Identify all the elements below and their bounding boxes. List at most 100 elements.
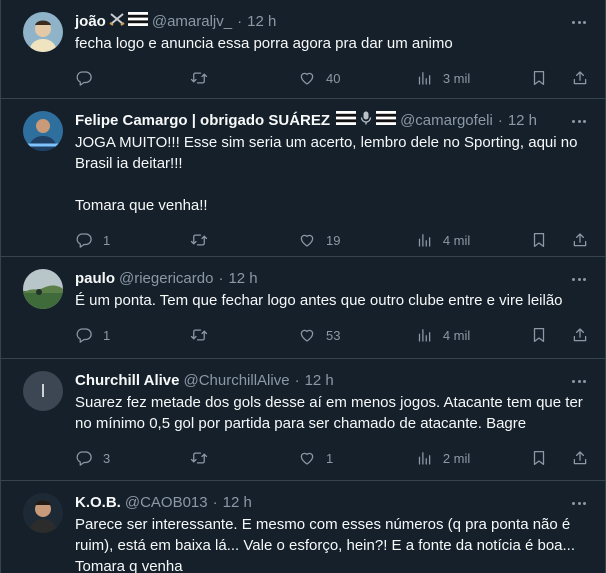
like-icon <box>298 231 316 249</box>
microphone-icon <box>360 111 372 125</box>
author-handle[interactable]: @riegericardo <box>119 269 213 289</box>
bookmark-button[interactable] <box>530 449 571 467</box>
share-button[interactable] <box>571 69 589 87</box>
author-name[interactable]: joão <box>75 12 106 32</box>
share-button[interactable] <box>571 326 589 344</box>
author-handle[interactable]: @CAOB013 <box>125 493 208 513</box>
reply-icon <box>75 449 93 467</box>
more-icon[interactable] <box>569 111 589 131</box>
avatar[interactable] <box>23 111 63 151</box>
retweet-icon <box>190 326 208 344</box>
bookmark-button[interactable] <box>530 69 571 87</box>
tweet-time[interactable]: 12 h <box>228 269 257 289</box>
retweet-button[interactable] <box>190 449 298 467</box>
share-button[interactable] <box>571 231 589 249</box>
author-name[interactable]: Felipe Camargo | obrigado SUÁREZ <box>75 111 330 131</box>
tweet-text: fecha logo e anuncia essa porra agora pr… <box>75 35 453 52</box>
author-handle[interactable]: @camargofeli <box>400 111 493 131</box>
separator-dot: · <box>497 112 503 129</box>
flag-icon <box>376 111 396 125</box>
tweet-time[interactable]: 12 h <box>305 371 334 391</box>
reply-count: 1 <box>103 327 111 343</box>
view-count: 4 mil <box>442 232 471 248</box>
tweet-actions: 1 53 4 mil <box>75 314 589 356</box>
tweet-item[interactable]: K.O.B. @CAOB013 · 12 h Parece ser intere… <box>1 481 605 573</box>
tweet-header: paulo @riegericardo · 12 h <box>75 269 589 289</box>
reply-button[interactable] <box>75 69 190 87</box>
tweet-item[interactable]: I Churchill Alive @ChurchillAlive · 12 h… <box>1 359 605 481</box>
retweet-button[interactable] <box>190 231 298 249</box>
tweet-feed: joão @amaraljv_ · 12 h fecha logo e anun… <box>0 0 606 573</box>
views-button[interactable]: 3 mil <box>415 69 530 87</box>
reply-icon <box>75 326 93 344</box>
views-icon <box>415 326 433 344</box>
avatar[interactable] <box>23 493 63 533</box>
reply-count: 3 <box>103 450 111 466</box>
author-handle[interactable]: @amaraljv_ <box>152 12 232 32</box>
share-icon <box>571 231 589 249</box>
reply-button[interactable]: 1 <box>75 231 190 249</box>
like-button[interactable]: 40 <box>298 69 415 87</box>
bookmark-button[interactable] <box>530 231 571 249</box>
reply-count: 1 <box>103 232 111 248</box>
views-button[interactable]: 4 mil <box>415 326 530 344</box>
bookmark-button[interactable] <box>530 326 571 344</box>
share-icon <box>571 326 589 344</box>
retweet-button[interactable] <box>190 69 298 87</box>
separator-dot: · <box>212 494 218 511</box>
retweet-button[interactable] <box>190 326 298 344</box>
like-button[interactable]: 1 <box>298 449 415 467</box>
like-icon <box>298 69 316 87</box>
retweet-icon <box>190 69 208 87</box>
share-button[interactable] <box>571 449 589 467</box>
tweet-item[interactable]: paulo @riegericardo · 12 h É um ponta. T… <box>1 257 605 359</box>
views-button[interactable]: 4 mil <box>415 231 530 249</box>
like-button[interactable]: 19 <box>298 231 415 249</box>
swords-icon <box>109 13 125 26</box>
separator-dot: · <box>294 372 300 389</box>
like-count: 19 <box>325 232 341 248</box>
tweet-text: É um ponta. Tem que fechar logo antes qu… <box>75 292 563 309</box>
tweet-text: Suarez fez metade dos gols desse aí em m… <box>75 394 587 432</box>
author-name[interactable]: Churchill Alive <box>75 371 179 391</box>
retweet-icon <box>190 449 208 467</box>
views-icon <box>415 231 433 249</box>
separator-dot: · <box>237 13 243 30</box>
avatar[interactable]: I <box>23 371 63 411</box>
reply-icon <box>75 231 93 249</box>
view-count: 2 mil <box>442 450 471 466</box>
retweet-icon <box>190 231 208 249</box>
tweet-time[interactable]: 12 h <box>223 493 252 513</box>
like-count: 40 <box>325 70 341 86</box>
tweet-item[interactable]: joão @amaraljv_ · 12 h fecha logo e anun… <box>1 0 605 99</box>
views-button[interactable]: 2 mil <box>415 449 530 467</box>
bookmark-icon <box>530 326 548 344</box>
author-name[interactable]: K.O.B. <box>75 493 121 513</box>
tweet-actions: 3 1 2 mil <box>75 437 589 479</box>
like-button[interactable]: 53 <box>298 326 415 344</box>
tweet-actions: 40 3 mil <box>75 57 589 99</box>
separator-dot: · <box>218 270 224 287</box>
bookmark-icon <box>530 231 548 249</box>
tweet-text: Parece ser interessante. E mesmo com ess… <box>75 516 579 573</box>
tweet-item[interactable]: Felipe Camargo | obrigado SUÁREZ @camarg… <box>1 99 605 257</box>
tweet-time[interactable]: 12 h <box>247 12 276 32</box>
reply-button[interactable]: 3 <box>75 449 190 467</box>
flag-icon <box>336 111 356 125</box>
more-icon[interactable] <box>569 269 589 289</box>
more-icon[interactable] <box>569 493 589 513</box>
tweet-time[interactable]: 12 h <box>508 111 537 131</box>
avatar[interactable] <box>23 269 63 309</box>
author-name[interactable]: paulo <box>75 269 115 289</box>
author-handle[interactable]: @ChurchillAlive <box>183 371 289 391</box>
avatar[interactable] <box>23 12 63 52</box>
view-count: 3 mil <box>442 70 471 86</box>
tweet-header: joão @amaraljv_ · 12 h <box>75 12 589 32</box>
like-count: 1 <box>325 450 334 466</box>
like-count: 53 <box>325 327 341 343</box>
reply-button[interactable]: 1 <box>75 326 190 344</box>
tweet-text: JOGA MUITO!!! Esse sim seria um acerto, … <box>75 134 578 214</box>
more-icon[interactable] <box>569 12 589 32</box>
views-icon <box>415 69 433 87</box>
more-icon[interactable] <box>569 371 589 391</box>
